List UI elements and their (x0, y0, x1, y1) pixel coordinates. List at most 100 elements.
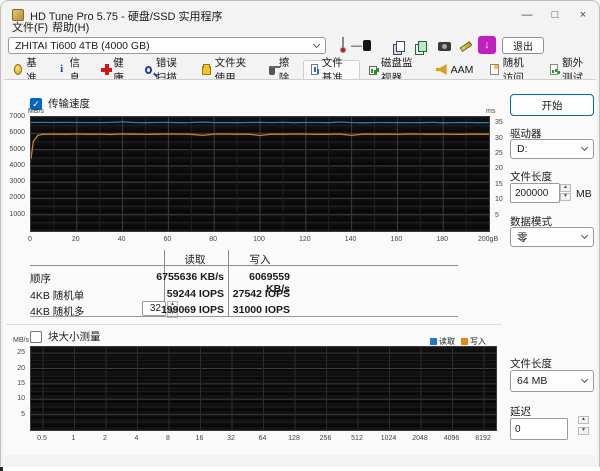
tick-label: 200gB (477, 236, 499, 243)
menu-file[interactable]: 文件(F) (12, 19, 48, 35)
tick-label: 32 (227, 435, 235, 442)
file-length2-select[interactable]: 64 MB (510, 370, 594, 392)
tab-info[interactable]: i 信息 (50, 57, 93, 84)
tick-label: 8 (166, 435, 170, 442)
tick-label: 1 (71, 435, 76, 442)
tick-label: 1024 (380, 435, 397, 442)
tab-random-access[interactable]: 随机访问 (482, 57, 540, 84)
tick-label: 180 (436, 236, 449, 243)
tick-label: 120 (298, 236, 311, 243)
save-button[interactable] (458, 38, 474, 54)
file-benchmark-icon (310, 64, 318, 75)
block-size-chart (30, 346, 497, 431)
file-length-stepper[interactable]: ▲ ▼ (560, 184, 571, 201)
up-arrow-icon[interactable]: ▲ (560, 184, 571, 192)
row-sequential-label: 顺序 (30, 273, 51, 285)
tick-label: 15 (495, 180, 503, 188)
up-arrow-icon[interactable]: ▲ (578, 416, 589, 424)
update-button[interactable]: ↓ (478, 36, 496, 54)
tab-disk-monitor[interactable]: 磁盘监视器 (361, 57, 427, 84)
tick-label: 10 (17, 395, 25, 403)
file-length-unit: MB (576, 188, 592, 200)
data-pattern-select[interactable]: 零 (510, 227, 594, 247)
chart1-y2-axis-unit: ms (486, 108, 496, 115)
tab-health[interactable]: 健康 (93, 57, 136, 84)
chart2-x-ticks: 0.5 1 2 4 8 16 32 64 128 256 512 1024 2048 4096 8192 (30, 435, 497, 445)
tick-label: 4096 (443, 435, 460, 442)
tick-label: 20 (17, 364, 25, 372)
chart1-x-ticks: 0 20 40 60 80 100 120 140 160 180 200gB (28, 236, 498, 246)
exit-button[interactable]: 退出 (502, 37, 544, 54)
tick-label: 4 (134, 435, 139, 442)
drive-select[interactable]: ZHITAI Ti600 4TB (4000 GB) (8, 37, 326, 54)
folder-icon (202, 64, 211, 75)
tick-label: 10 (495, 196, 503, 204)
copy-text-button[interactable] (392, 38, 408, 54)
down-arrow-icon[interactable]: ▼ (560, 193, 571, 201)
tab-file-benchmark[interactable]: 文件基准 (302, 57, 360, 84)
tick-label: 2 (103, 435, 107, 442)
tick-label: 3000 (9, 178, 25, 186)
tick-label: 20 (71, 236, 80, 243)
row-4kb-multi-read: 199069 IOPS (160, 304, 224, 316)
delay-stepper[interactable]: ▲ ▼ (578, 416, 589, 435)
start-button[interactable]: 开始 (510, 94, 594, 116)
thermometer-icon (340, 37, 346, 53)
tick-label: 15 (17, 379, 25, 387)
tick-label: 256 (319, 435, 332, 442)
screen: HD Tune Pro 5.75 - 硬盘/SSD 实用程序 — □ × 文件(… (0, 0, 600, 471)
file-length-input[interactable]: 200000 (510, 183, 560, 203)
delay-input[interactable]: 0 (510, 418, 568, 440)
row-sequential-read: 6755636 KB/s (156, 271, 224, 283)
chart2-y-ticks: 5 10 15 20 25 (6, 346, 27, 431)
extra-tests-icon (549, 64, 559, 75)
tab-extra-tests[interactable]: 额外测试 (542, 57, 600, 84)
drive-status-icon (363, 40, 371, 51)
file-length2-label: 文件长度 (510, 358, 552, 370)
chart1-y-ticks: 1000 2000 3000 4000 5000 6000 7000 (2, 113, 27, 232)
health-cross-icon (101, 64, 113, 75)
transfer-speed-chart (30, 116, 490, 232)
tick-label: 20 (495, 165, 503, 173)
minimize-button[interactable]: — (513, 6, 541, 24)
maximize-button[interactable]: □ (541, 6, 569, 24)
screenshot-button[interactable] (436, 38, 452, 54)
copy-image-button[interactable] (414, 38, 430, 54)
chevron-down-icon (312, 40, 321, 48)
tick-label: 0.5 (37, 435, 47, 442)
tick-label: 6000 (9, 129, 25, 137)
temperature-value: — (351, 40, 362, 52)
read-legend-swatch (430, 338, 437, 345)
chart1-y2-ticks: 5 10 15 20 25 30 35 (492, 116, 508, 232)
tick-label: 4000 (9, 161, 25, 169)
table-header-rule (30, 265, 458, 266)
write-legend-swatch (461, 338, 468, 345)
tick-label: 40 (117, 236, 126, 243)
file-length-label: 文件长度 (510, 171, 552, 183)
info-icon: i (60, 63, 64, 75)
random-access-icon (490, 64, 499, 75)
tick-label: 140 (344, 236, 357, 243)
tick-label: 35 (495, 119, 503, 127)
down-arrow-icon[interactable]: ▼ (578, 427, 589, 435)
tab-erase[interactable]: 擦除 (261, 57, 301, 84)
tick-label: 5000 (9, 145, 25, 153)
tick-label: 0 (28, 236, 32, 243)
block-size-checkbox[interactable]: 块大小测量 (30, 329, 101, 344)
tab-aam[interactable]: AAM (428, 60, 482, 79)
trash-icon (269, 66, 280, 75)
chevron-down-icon (580, 143, 589, 152)
tick-label: 2000 (9, 194, 25, 202)
row-4kb-multi-write: 31000 IOPS (232, 304, 290, 316)
tab-error-scan[interactable]: 错误扫描 (137, 57, 193, 84)
speaker-icon (435, 64, 447, 75)
target-drive-select[interactable]: D: (510, 139, 594, 159)
menu-help[interactable]: 帮助(H) (52, 19, 89, 35)
tick-label: 2048 (412, 435, 428, 442)
tab-folder-usage[interactable]: 文件夹使用 (194, 57, 260, 84)
chart2-y-axis-unit: MB/s (13, 337, 29, 344)
magnifier-icon (145, 65, 152, 74)
tab-benchmark[interactable]: 基准 (6, 57, 49, 84)
chart1-y-axis-unit: MB/s (28, 108, 44, 115)
close-button[interactable]: × (569, 6, 597, 24)
